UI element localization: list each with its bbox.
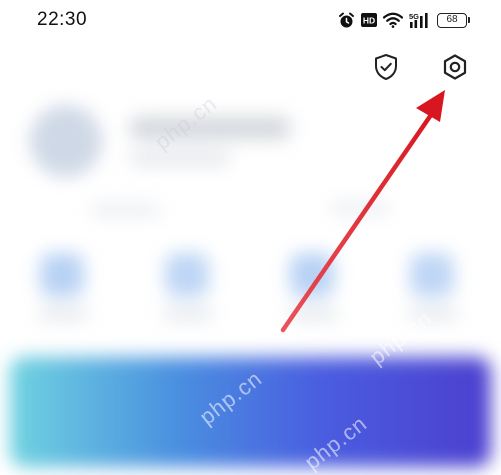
status-time: 22:30	[37, 9, 88, 30]
blurred-shortcut-label	[38, 309, 88, 319]
svg-text:HD: HD	[363, 16, 375, 26]
alarm-icon	[338, 12, 355, 29]
blurred-avatar	[30, 105, 102, 177]
blurred-shortcut-icon	[290, 253, 334, 297]
battery-icon: 68	[437, 12, 470, 28]
blurred-shortcut-icon	[410, 253, 454, 297]
settings-hexagon-icon	[443, 54, 467, 80]
shield-check-icon	[375, 54, 397, 80]
blurred-subtitle	[130, 151, 230, 165]
blurred-divider	[330, 203, 390, 213]
status-icons: HD 5G 68	[338, 9, 470, 31]
hd-icon: HD	[361, 13, 377, 27]
blurred-shortcut-icon	[40, 253, 84, 297]
settings-button[interactable]	[434, 46, 476, 88]
wifi-icon	[383, 12, 403, 28]
status-bar: 22:30 HD 5G 68	[0, 0, 501, 42]
blurred-shortcut-icon	[165, 253, 209, 297]
security-button[interactable]	[365, 46, 407, 88]
svg-text:5G: 5G	[409, 12, 419, 21]
5g-signal-icon: 5G	[409, 12, 431, 29]
blurred-divider	[90, 205, 160, 215]
blurred-shortcut-label	[288, 309, 338, 319]
blurred-content	[0, 85, 501, 467]
blurred-shortcut-label	[163, 309, 213, 319]
